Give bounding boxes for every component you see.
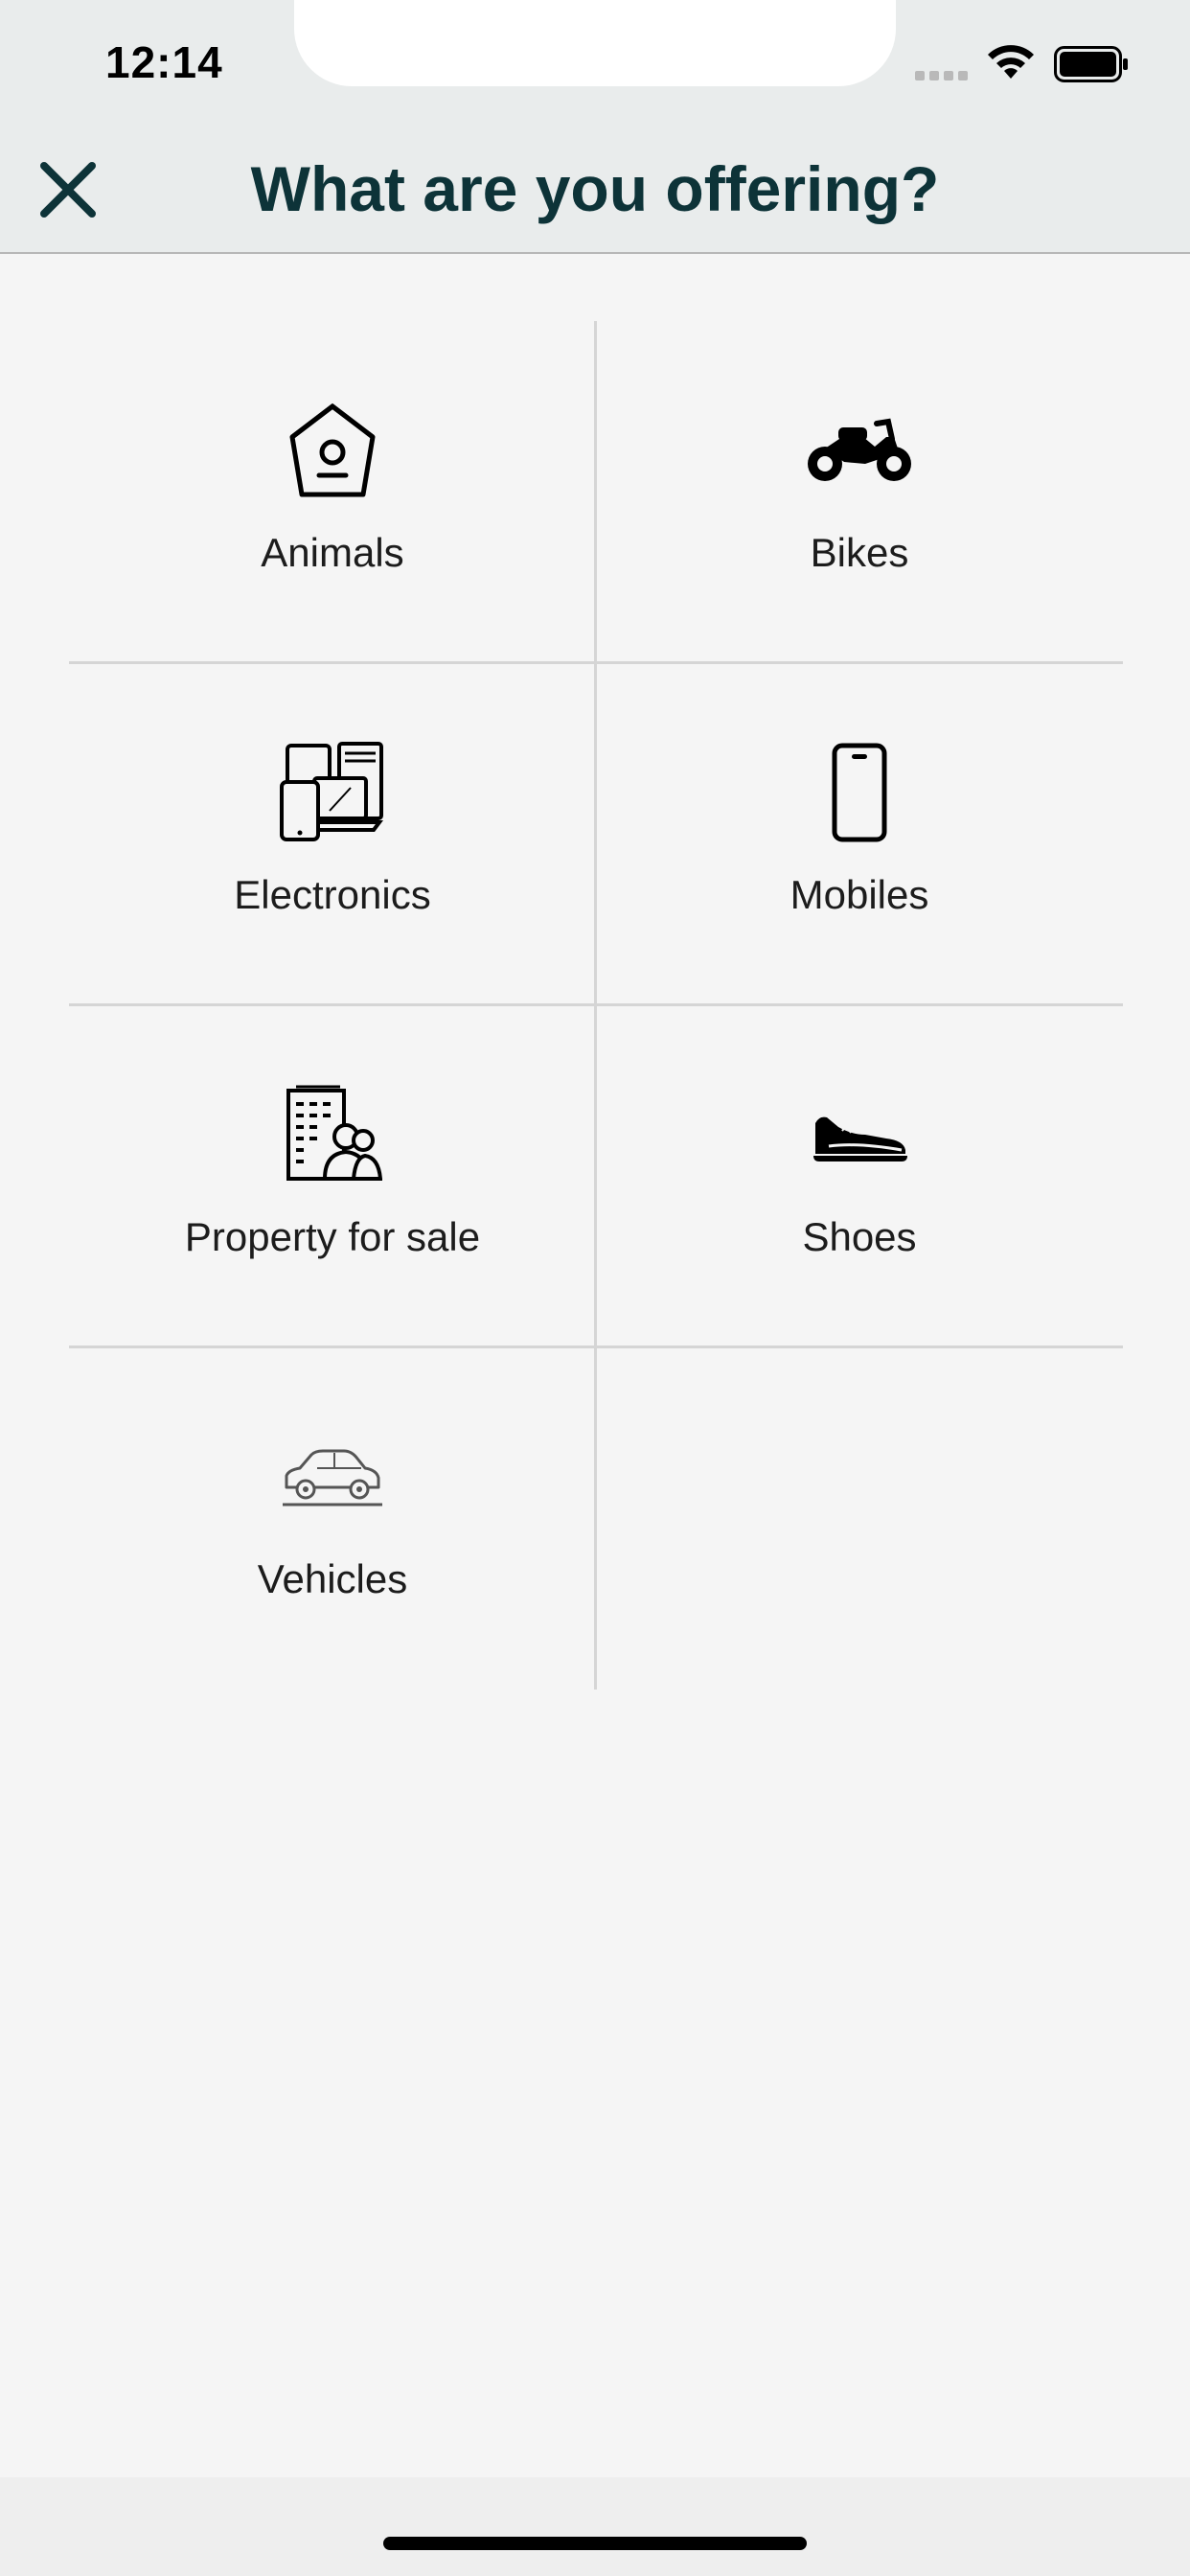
category-electronics[interactable]: Electronics [69,663,596,1005]
motorcycle-icon [806,398,913,503]
category-vehicles[interactable]: Vehicles [69,1347,596,1690]
status-time: 12:14 [105,37,223,87]
category-label: Animals [261,530,404,575]
status-bar: 12:14 [0,0,1190,144]
home-indicator[interactable] [383,2537,807,2550]
category-shoes[interactable]: Shoes [596,1005,1123,1347]
building-people-icon [283,1082,382,1187]
notch [294,0,896,86]
category-label: Vehicles [257,1556,408,1601]
sneaker-icon [810,1082,909,1187]
category-grid: Animals Bikes Electronics Mobiles Proper… [69,321,1123,1690]
category-bikes[interactable]: Bikes [596,321,1123,663]
category-label: Electronics [234,872,431,917]
category-label: Mobiles [790,872,929,917]
battery-icon [1054,46,1129,87]
smartphone-icon [831,740,888,845]
category-mobiles[interactable]: Mobiles [596,663,1123,1005]
category-label: Property for sale [184,1214,481,1259]
category-animals[interactable]: Animals [69,321,596,663]
category-property-for-sale[interactable]: Property for sale [69,1005,596,1347]
cellular-signal-icon [915,71,968,80]
wifi-icon [985,44,1037,87]
home-indicator-area [0,2477,1190,2576]
category-label: Bikes [810,530,909,575]
car-icon [281,1424,384,1530]
page-title: What are you offering? [250,153,940,224]
category-label: Shoes [802,1214,917,1259]
birdhouse-icon [286,398,378,503]
devices-icon [280,740,385,845]
